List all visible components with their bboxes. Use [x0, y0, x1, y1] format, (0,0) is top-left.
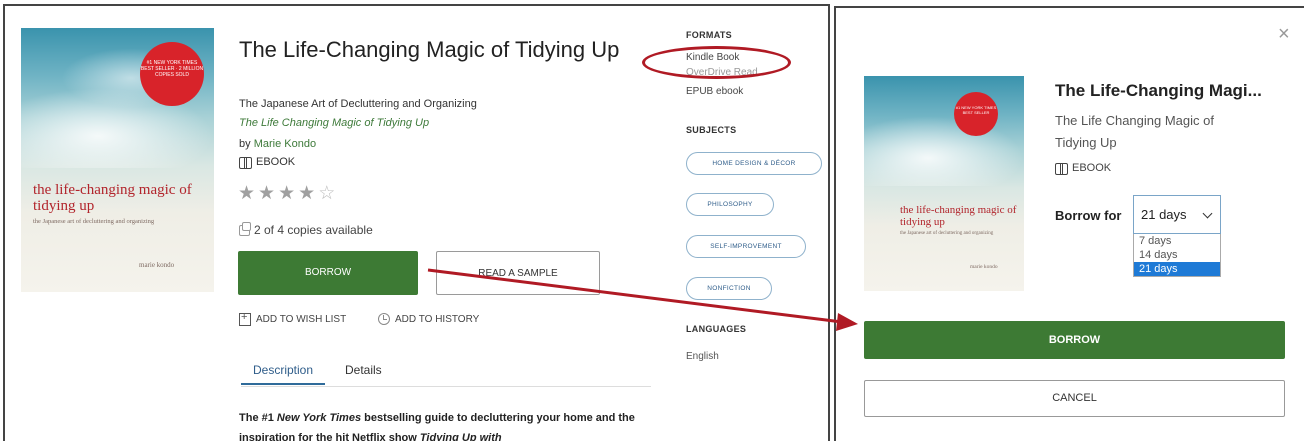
tab-divider — [241, 386, 651, 387]
tab-details[interactable]: Details — [345, 363, 382, 377]
annotation-oval — [642, 46, 791, 79]
byline: by Marie Kondo — [239, 138, 316, 150]
tab-description[interactable]: Description — [241, 363, 325, 385]
bookmark-icon — [239, 311, 251, 326]
book-details-page: #1 NEW YORK TIMES BEST SELLER · 2 MILLIO… — [3, 4, 830, 441]
modal-borrow-button[interactable]: BORROW — [864, 321, 1285, 359]
format-tag: EBOOK — [239, 156, 296, 169]
cover-author: marie kondo — [139, 261, 175, 269]
cover-author: marie kondo — [970, 264, 998, 270]
formats-heading: FORMATS — [686, 30, 732, 40]
subject-pill-philosophy[interactable]: PHILOSOPHY — [686, 193, 774, 216]
language-value: English — [686, 351, 719, 362]
series-link[interactable]: The Life Changing Magic of Tidying Up — [239, 117, 429, 129]
lending-period-options: 7 days 14 days 21 days — [1133, 234, 1221, 277]
modal-book-cover: #1 NEW YORK TIMES BEST SELLER the life-c… — [864, 76, 1024, 291]
languages-heading: LANGUAGES — [686, 324, 747, 334]
period-option-14[interactable]: 14 days — [1134, 248, 1220, 262]
star-icon[interactable]: ★ — [298, 183, 318, 204]
period-option-7[interactable]: 7 days — [1134, 234, 1220, 248]
wishlist-label: ADD TO WISH LIST — [256, 314, 347, 325]
description-italic: New York Times — [276, 412, 362, 424]
lending-period-select[interactable]: 21 days — [1133, 195, 1221, 234]
subjects-heading: SUBJECTS — [686, 125, 737, 135]
borrow-button[interactable]: BORROW — [238, 251, 418, 295]
cover-subtitle: the Japanese art of decluttering and org… — [33, 218, 155, 225]
read-sample-button[interactable]: READ A SAMPLE — [436, 251, 600, 295]
description-italic: Tidying Up with — [419, 432, 502, 441]
chevron-down-icon — [1202, 208, 1213, 219]
modal-format-tag: EBOOK — [1055, 162, 1112, 175]
cover-cloud — [864, 116, 1024, 186]
subject-pill-nonfiction[interactable]: NONFICTION — [686, 277, 772, 300]
book-cover-image[interactable]: #1 NEW YORK TIMES BEST SELLER · 2 MILLIO… — [21, 28, 214, 292]
description-part: The #1 — [239, 412, 277, 424]
modal-format-label: EBOOK — [1072, 162, 1112, 174]
add-to-wishlist-button[interactable]: ADD TO WISH LIST — [239, 311, 347, 326]
period-option-21[interactable]: 21 days — [1134, 262, 1220, 276]
add-to-history-button[interactable]: ADD TO HISTORY — [378, 313, 479, 325]
book-icon — [1055, 162, 1068, 175]
copies-text: 2 of 4 copies available — [254, 223, 373, 237]
subject-pill-self-improvement[interactable]: SELF-IMPROVEMENT — [686, 235, 806, 258]
book-subtitle: The Japanese Art of Decluttering and Org… — [239, 98, 477, 110]
cover-subtitle: the Japanese art of decluttering and org… — [900, 231, 994, 236]
book-icon — [239, 156, 252, 169]
cover-title: the life-changing magic of tidying up — [900, 204, 1017, 228]
format-label: EBOOK — [256, 156, 296, 168]
clock-icon — [378, 313, 390, 325]
lending-period-value: 21 days — [1141, 207, 1187, 222]
cover-seal: #1 NEW YORK TIMES BEST SELLER · 2 MILLIO… — [140, 42, 204, 106]
modal-series: The Life Changing Magic of Tidying Up — [1055, 113, 1214, 150]
copies-icon — [239, 221, 251, 236]
star-rating[interactable]: ★★★★☆ — [238, 182, 338, 205]
modal-book-title: The Life-Changing Magi... — [1055, 81, 1262, 100]
borrow-modal: × #1 NEW YORK TIMES BEST SELLER the life… — [834, 6, 1304, 441]
by-prefix: by — [239, 138, 254, 150]
description-text: The #1 New York Times bestselling guide … — [239, 408, 669, 441]
book-title: The Life-Changing Magic of Tidying Up — [239, 37, 620, 62]
close-icon[interactable]: × — [1278, 24, 1290, 44]
star-icon[interactable]: ★ — [238, 183, 258, 204]
history-label: ADD TO HISTORY — [395, 313, 480, 325]
cover-title: the life-changing magic of tidying up — [33, 182, 192, 214]
author-link[interactable]: Marie Kondo — [254, 138, 316, 150]
subject-pill-home-design[interactable]: HOME DESIGN & DÉCOR — [686, 152, 822, 175]
borrow-for-label: Borrow for — [1055, 208, 1122, 223]
cover-seal: #1 NEW YORK TIMES BEST SELLER — [954, 92, 998, 136]
copies-available: 2 of 4 copies available — [239, 221, 373, 237]
star-icon[interactable]: ★ — [258, 183, 278, 204]
format-epub-link[interactable]: EPUB ebook — [686, 86, 743, 97]
modal-cancel-button[interactable]: CANCEL — [864, 380, 1285, 417]
star-icon[interactable]: ☆ — [318, 183, 338, 204]
star-icon[interactable]: ★ — [278, 183, 298, 204]
